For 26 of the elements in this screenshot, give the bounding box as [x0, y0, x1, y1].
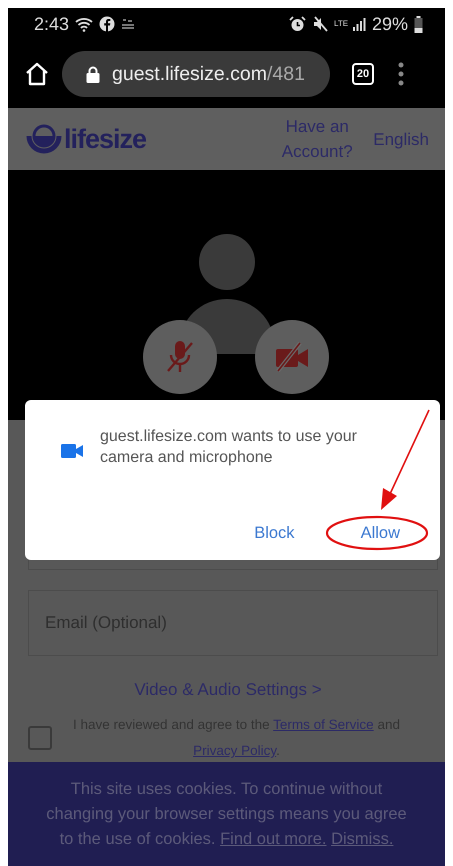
permission-message: guest.lifesize.com wants to use your camera and microphone: [100, 427, 358, 468]
network-label: LTE: [334, 20, 346, 28]
address-bar[interactable]: guest.lifesize.com/481: [62, 51, 330, 97]
menu-icon[interactable]: [398, 62, 404, 86]
camera-off-icon: [274, 342, 310, 372]
logo-icon: [26, 124, 62, 154]
dialog-button[interactable]: Block: [236, 520, 313, 547]
muted-microphone-icon: [165, 339, 195, 375]
lock-icon: [86, 66, 100, 82]
cookie-notice-text: This site uses cookies. To continue without changing your browser settings means you agree to the use of cookies. Find out more. Dismiss.: [45, 778, 408, 850]
wifi-icon: [75, 16, 94, 32]
app-icon: [121, 18, 136, 30]
signal-icon: [352, 17, 366, 31]
facebook-icon: [99, 16, 116, 32]
cookie-link[interactable]: Dismiss.: [331, 830, 394, 848]
mute-icon: [312, 16, 328, 32]
agree-checkbox[interactable]: [28, 726, 52, 750]
home-icon[interactable]: [24, 61, 50, 87]
clock-time: 2:43: [34, 14, 70, 34]
cookie-link[interactable]: Find out more.: [220, 830, 326, 848]
battery-percent: 29%: [372, 14, 408, 34]
logo-text: lifesize: [64, 124, 146, 154]
tab-count-button[interactable]: 20: [352, 63, 374, 85]
video-camera-icon: [61, 444, 83, 458]
battery-icon: [414, 16, 423, 32]
alarm-icon: [288, 16, 306, 32]
